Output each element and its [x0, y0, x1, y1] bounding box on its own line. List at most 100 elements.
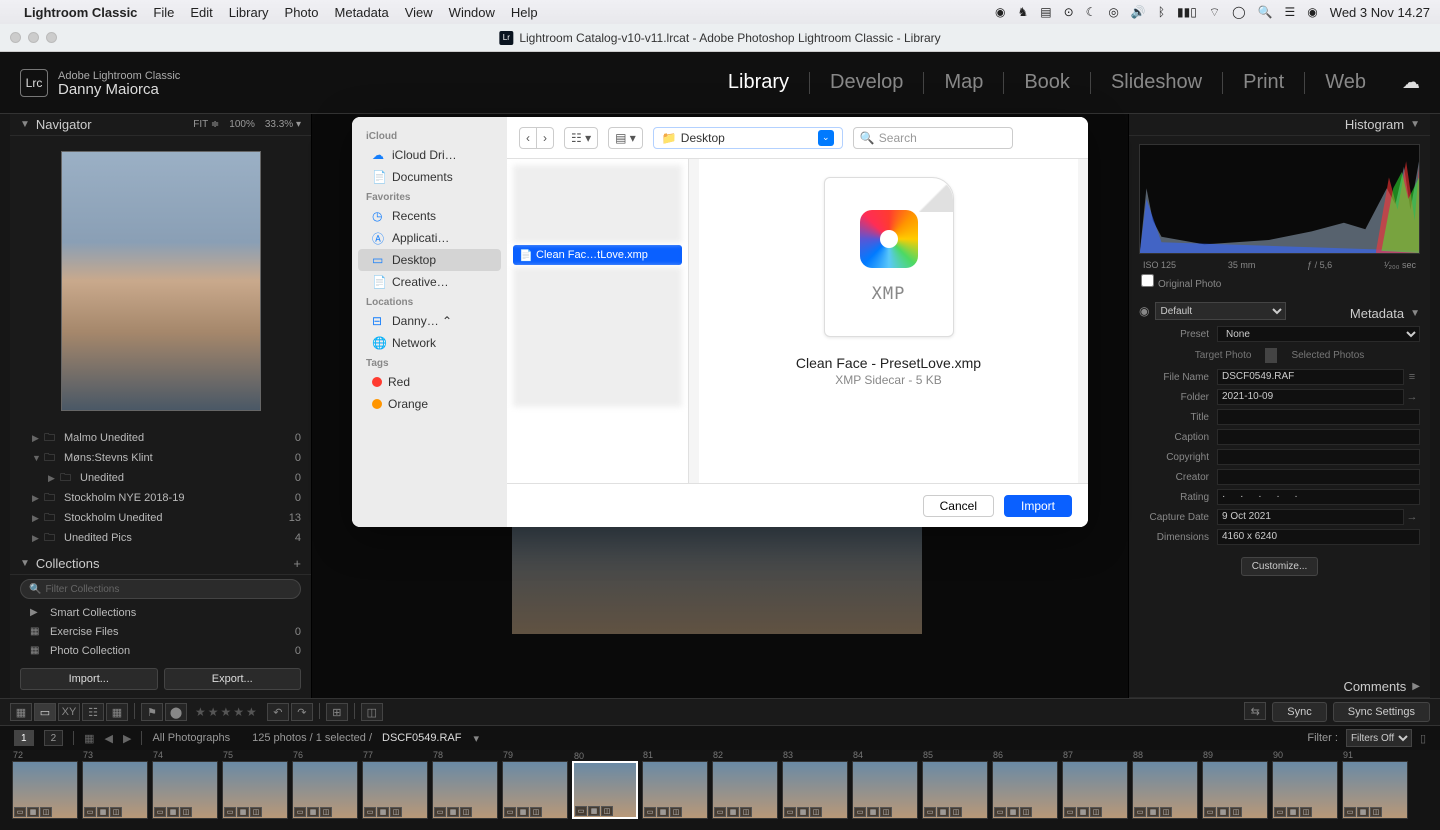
- collection-row[interactable]: ▦Photo Collection0: [10, 641, 311, 660]
- control-center-icon[interactable]: ☰: [1285, 5, 1296, 19]
- filmstrip-thumb[interactable]: 75▭▦◫: [222, 761, 288, 819]
- status-icon[interactable]: ♞: [1017, 5, 1028, 19]
- module-book[interactable]: Book: [1024, 71, 1070, 94]
- collection-row[interactable]: ▶Smart Collections: [10, 603, 311, 622]
- module-map[interactable]: Map: [944, 71, 983, 94]
- toolbar-view-button[interactable]: XY: [58, 703, 80, 721]
- menu-file[interactable]: File: [153, 5, 174, 20]
- folder-row[interactable]: ▶🗀Malmo Unedited0: [20, 428, 301, 448]
- siri-icon[interactable]: ◉: [1307, 5, 1317, 19]
- original-checkbox[interactable]: [1141, 274, 1154, 287]
- metadata-value[interactable]: DSCF0549.RAF: [1217, 369, 1404, 385]
- nav-fwd-icon[interactable]: ▶: [123, 732, 131, 745]
- toolbar-view-button[interactable]: ☷: [82, 703, 104, 721]
- status-icon[interactable]: ◉: [995, 5, 1005, 19]
- secondary-display-1[interactable]: 1: [14, 730, 34, 746]
- sync-lock-icon[interactable]: ⇆: [1244, 702, 1266, 720]
- finder-sidebar-item[interactable]: 📄Creative…: [358, 271, 501, 293]
- zoom-custom[interactable]: 33.3% ▾: [265, 119, 301, 130]
- filmstrip-thumb[interactable]: 84▭▦◫: [852, 761, 918, 819]
- metadata-value[interactable]: [1217, 469, 1420, 485]
- filmstrip-thumb[interactable]: 77▭▦◫: [362, 761, 428, 819]
- filmstrip-thumb[interactable]: 86▭▦◫: [992, 761, 1058, 819]
- left-edge-strip[interactable]: [0, 114, 10, 698]
- metadata-value[interactable]: 9 Oct 2021: [1217, 509, 1404, 525]
- filmstrip-thumb[interactable]: 81▭▦◫: [642, 761, 708, 819]
- import-button[interactable]: Import...: [20, 668, 158, 690]
- secondary-display-2[interactable]: 2: [44, 730, 64, 746]
- spotlight-icon[interactable]: 🔍: [1258, 5, 1273, 19]
- selected-photos-pill[interactable]: Selected Photos: [1285, 348, 1370, 363]
- filmstrip-thumb[interactable]: 89▭▦◫: [1202, 761, 1268, 819]
- filmstrip-thumb[interactable]: 80▭▦◫: [572, 761, 638, 819]
- filter-select[interactable]: Filters Off: [1346, 729, 1412, 747]
- collection-row[interactable]: ▦Exercise Files0: [10, 622, 311, 641]
- finder-sidebar-item[interactable]: ▭Desktop: [358, 249, 501, 271]
- finder-search-input[interactable]: 🔍 Search: [853, 127, 1013, 149]
- original-photo-toggle[interactable]: Original Photo: [1129, 272, 1430, 298]
- toolbar-action-button[interactable]: ⊞: [326, 703, 348, 721]
- target-photo-pill[interactable]: Target Photo: [1189, 348, 1258, 363]
- finder-sidebar-item[interactable]: 🌐Network: [358, 332, 501, 354]
- breadcrumb-file[interactable]: DSCF0549.RAF: [382, 732, 461, 744]
- toolbar-view-button[interactable]: ⬤: [165, 703, 187, 721]
- toolbar-view-button[interactable]: ⚑: [141, 703, 163, 721]
- filter-collections-input[interactable]: 🔍 Filter Collections: [20, 579, 301, 599]
- filmstrip[interactable]: 72▭▦◫73▭▦◫74▭▦◫75▭▦◫76▭▦◫77▭▦◫78▭▦◫79▭▦◫…: [0, 750, 1440, 830]
- battery-icon[interactable]: ▮▮▯: [1177, 5, 1197, 19]
- status-icon[interactable]: ⊙: [1064, 5, 1074, 19]
- menu-metadata[interactable]: Metadata: [335, 5, 389, 20]
- menubar-app-name[interactable]: Lightroom Classic: [24, 5, 137, 20]
- finder-sidebar-item[interactable]: ☁iCloud Dri…: [358, 144, 501, 166]
- sync-settings-button[interactable]: Sync Settings: [1333, 702, 1430, 722]
- module-develop[interactable]: Develop: [830, 71, 903, 94]
- breadcrumb-dropdown-icon[interactable]: ▾: [474, 732, 480, 745]
- comments-header[interactable]: Comments ▶: [1129, 676, 1430, 698]
- filmstrip-thumb[interactable]: 83▭▦◫: [782, 761, 848, 819]
- finder-sidebar-item[interactable]: Orange: [358, 393, 501, 415]
- add-collection-icon[interactable]: +: [293, 556, 301, 571]
- menu-library[interactable]: Library: [229, 5, 269, 20]
- finder-sidebar-item[interactable]: 📄Documents: [358, 166, 501, 188]
- collections-header[interactable]: ▼ Collections +: [10, 553, 311, 575]
- wifi-icon[interactable]: ⌔: [1209, 5, 1220, 20]
- filmstrip-thumb[interactable]: 88▭▦◫: [1132, 761, 1198, 819]
- metadata-value[interactable]: [1217, 409, 1420, 425]
- folder-row[interactable]: ▶🗀Unedited0: [20, 468, 301, 488]
- filmstrip-thumb[interactable]: 82▭▦◫: [712, 761, 778, 819]
- user-icon[interactable]: ◯: [1232, 5, 1245, 19]
- cloud-sync-icon[interactable]: ☁: [1402, 72, 1420, 93]
- metadata-value[interactable]: 4160 x 6240: [1217, 529, 1420, 545]
- folder-row[interactable]: ▶🗀Stockholm Unedited13: [20, 508, 301, 528]
- finder-file-selected[interactable]: 📄 Clean Fac…tLove.xmp: [513, 245, 682, 265]
- menu-window[interactable]: Window: [449, 5, 495, 20]
- breadcrumb-source[interactable]: All Photographs: [152, 732, 230, 744]
- finder-sidebar-item[interactable]: ◷Recents: [358, 205, 501, 227]
- cancel-button[interactable]: Cancel: [923, 495, 994, 517]
- filmstrip-thumb[interactable]: 79▭▦◫: [502, 761, 568, 819]
- module-slideshow[interactable]: Slideshow: [1111, 71, 1202, 94]
- navigator-header[interactable]: ▼ Navigator FIT ≑ 100% 33.3% ▾: [10, 114, 311, 136]
- metadata-value[interactable]: · · · · ·: [1217, 489, 1420, 505]
- rating-stars[interactable]: ★★★★★: [195, 705, 259, 719]
- finder-file-column[interactable]: 📄 Clean Fac…tLove.xmp: [507, 159, 689, 483]
- folder-row[interactable]: ▶🗀Stockholm NYE 2018-190: [20, 488, 301, 508]
- metadata-action-icon[interactable]: →: [1404, 391, 1420, 403]
- column-scrollbar[interactable]: [689, 159, 699, 483]
- status-icon[interactable]: ▤: [1040, 5, 1051, 19]
- menu-edit[interactable]: Edit: [190, 5, 212, 20]
- import-button[interactable]: Import: [1004, 495, 1072, 517]
- finder-sidebar-item[interactable]: ⒶApplicati…: [358, 227, 501, 249]
- finder-location-popup[interactable]: 📁 Desktop ⌄: [653, 127, 843, 149]
- filmstrip-thumb[interactable]: 78▭▦◫: [432, 761, 498, 819]
- histogram-display[interactable]: [1139, 144, 1420, 254]
- traffic-lights[interactable]: [10, 32, 57, 43]
- navigator-preview[interactable]: [10, 136, 311, 426]
- menubar-clock[interactable]: Wed 3 Nov 14.27: [1330, 5, 1430, 20]
- preset-select[interactable]: None: [1217, 326, 1420, 342]
- toolbar-action-button[interactable]: ↷: [291, 703, 313, 721]
- airdrop-icon[interactable]: ◎: [1108, 5, 1118, 19]
- customize-button[interactable]: Customize...: [1241, 557, 1319, 576]
- menu-view[interactable]: View: [405, 5, 433, 20]
- preview-scrollbar[interactable]: [1078, 159, 1088, 483]
